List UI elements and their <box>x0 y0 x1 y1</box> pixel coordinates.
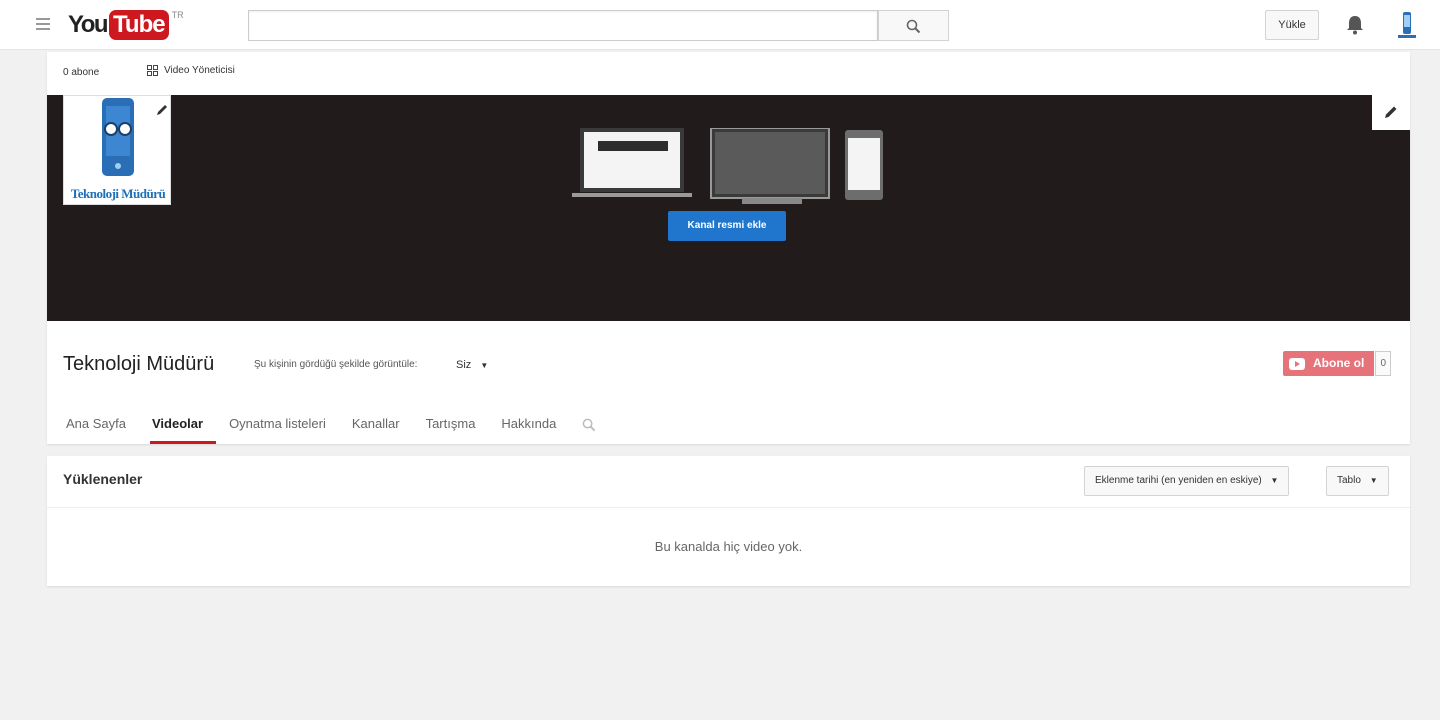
sort-label: Eklenme tarihi (en yeniden en eskiye) <box>1095 475 1262 486</box>
tab-channels[interactable]: Kanallar <box>352 409 410 444</box>
avatar[interactable] <box>1396 9 1418 41</box>
channel-icon-text: Teknoloji Müdürü <box>70 186 166 201</box>
tab-home[interactable]: Ana Sayfa <box>66 409 136 444</box>
menu-icon[interactable] <box>36 18 50 30</box>
logo-you-text: You <box>68 11 109 38</box>
uploads-section: Yüklenenler Eklenme tarihi (en yeniden e… <box>47 456 1410 586</box>
youtube-logo[interactable]: You Tube TR <box>68 8 184 42</box>
search-icon <box>906 19 921 34</box>
sort-dropdown[interactable]: Eklenme tarihi (en yeniden en eskiye) ▼ <box>1084 466 1290 496</box>
empty-message: Bu kanalda hiç video yok. <box>654 539 803 554</box>
view-as-label: Şu kişinin gördüğü şekilde görüntüle: <box>254 359 418 370</box>
bell-icon[interactable] <box>1345 14 1365 36</box>
country-code: TR <box>171 10 184 20</box>
channel-title: Teknoloji Müdürü <box>63 353 215 375</box>
tab-videos[interactable]: Videolar <box>149 409 217 444</box>
edit-pencil-icon <box>1385 106 1397 118</box>
channel-subbar: 0 abone Video Yöneticisi <box>47 52 1410 95</box>
tab-about[interactable]: Hakkında <box>501 409 566 444</box>
youtube-play-icon <box>1289 357 1305 370</box>
devices-illustration <box>572 128 883 204</box>
edit-icon-pencil[interactable] <box>156 104 168 116</box>
video-manager-label: Video Yöneticisi <box>164 65 235 76</box>
chevron-down-icon: ▼ <box>1270 476 1279 485</box>
channel-card: 0 abone Video Yöneticisi Teknoloji Müdür… <box>47 52 1410 444</box>
masthead: You Tube TR Yükle <box>0 0 1440 50</box>
add-channel-art-button[interactable]: Kanal resmi ekle <box>668 211 786 241</box>
subscribe-count: 0 <box>1375 351 1392 376</box>
channel-banner: Teknoloji Müdürü Kanal resmi ekle <box>47 95 1410 321</box>
uploads-title: Yüklenenler <box>63 471 143 487</box>
tab-discussion[interactable]: Tartışma <box>426 409 486 444</box>
subscriber-count: 0 abone <box>63 67 100 78</box>
banner-edit-button[interactable] <box>1372 95 1410 130</box>
channel-search-button[interactable] <box>582 409 606 444</box>
channel-header: Teknoloji Müdürü Şu kişinin gördüğü şeki… <box>47 321 1410 444</box>
logo-tube-text: Tube <box>109 10 169 40</box>
search-icon <box>582 418 596 432</box>
uploads-header: Yüklenenler Eklenme tarihi (en yeniden e… <box>47 456 1410 508</box>
view-as-value: Siz <box>456 359 472 371</box>
view-mode-label: Tablo <box>1337 475 1361 486</box>
tab-playlists[interactable]: Oynatma listeleri <box>229 409 336 444</box>
view-mode-dropdown[interactable]: Tablo ▼ <box>1326 466 1389 496</box>
search-button[interactable] <box>878 10 949 41</box>
chevron-down-icon: ▼ <box>480 361 489 370</box>
chevron-down-icon: ▼ <box>1369 476 1378 485</box>
subscribe-label: Abone ol <box>1313 356 1365 370</box>
video-manager-link[interactable]: Video Yöneticisi <box>147 65 235 76</box>
channel-icon[interactable]: Teknoloji Müdürü <box>63 95 171 205</box>
search-input[interactable] <box>248 10 878 41</box>
video-manager-icon <box>147 65 158 76</box>
view-as-dropdown[interactable]: Siz ▼ <box>456 359 488 371</box>
subscribe-button[interactable]: Abone ol <box>1283 351 1375 376</box>
channel-tabs: Ana Sayfa Videolar Oynatma listeleri Kan… <box>47 409 606 444</box>
upload-button[interactable]: Yükle <box>1265 10 1319 40</box>
subscribe-widget[interactable]: Abone ol 0 <box>1283 351 1392 376</box>
